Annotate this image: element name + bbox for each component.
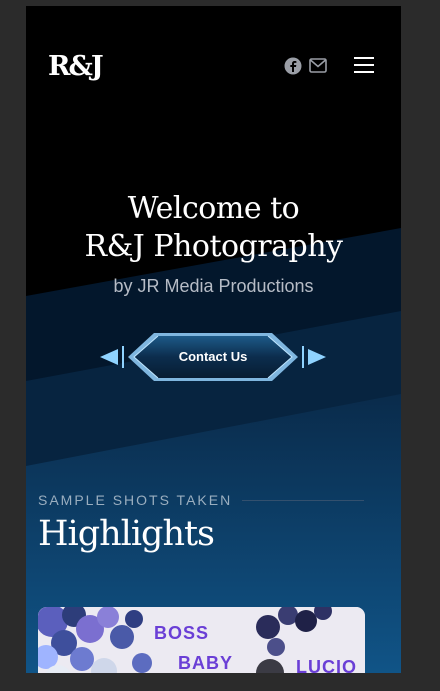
contact-us-label: Contact Us (178, 349, 248, 364)
hero-title: Welcome to R&J Photography (26, 190, 401, 266)
highlights-title: Highlights (38, 514, 215, 554)
eyebrow-divider (242, 499, 364, 501)
highlights-eyebrow-row: SAMPLE SHOTS TAKEN (38, 491, 364, 509)
card-text-baby: BABY (178, 653, 234, 673)
contact-us-button[interactable]: Contact Us (98, 329, 328, 385)
site-logo[interactable]: R&J (48, 51, 104, 82)
highlight-card[interactable]: BOSS BABY LUCIO (38, 607, 365, 673)
highlights-eyebrow: SAMPLE SHOTS TAKEN (38, 492, 233, 508)
card-text-name: LUCIO (296, 657, 357, 673)
hero-title-line2: R&J Photography (84, 229, 343, 264)
facebook-icon[interactable] (284, 57, 302, 75)
mobile-viewport: R&J Welcome to R&J Photography by JR Med… (26, 6, 401, 673)
mail-icon[interactable] (309, 58, 327, 73)
hero-title-line1: Welcome to (127, 191, 300, 226)
site-header: R&J (26, 6, 401, 126)
hamburger-menu-icon[interactable] (354, 56, 376, 74)
hero-subtitle: by JR Media Productions (113, 276, 314, 296)
card-text-boss: BOSS (154, 623, 210, 643)
